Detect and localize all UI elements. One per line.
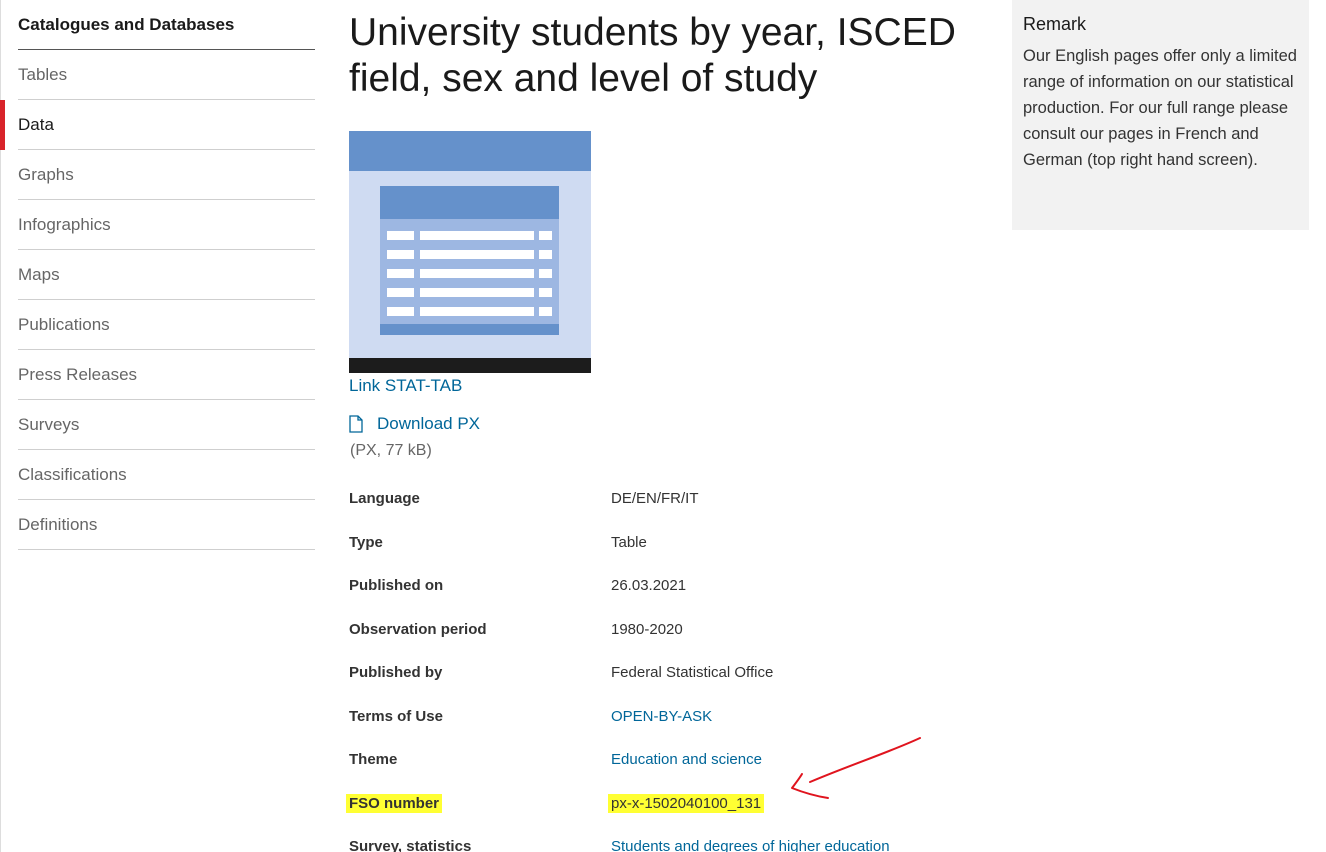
active-item-marker	[0, 100, 5, 150]
download-px-link[interactable]: Download PX	[349, 414, 480, 434]
sidebar-item-label: Data	[18, 114, 54, 134]
thumbnail-row-cell	[387, 231, 414, 240]
sidebar-item-press-releases[interactable]: Press Releases	[18, 350, 315, 400]
thumbnail-row-cell	[387, 307, 414, 316]
thumbnail-table-head	[380, 186, 559, 219]
thumbnail-row-cell	[420, 250, 534, 259]
sidebar-item-publications[interactable]: Publications	[18, 300, 315, 350]
details-row-observation-period: Observation period 1980-2020	[349, 608, 969, 652]
thumbnail-row-cell	[387, 250, 414, 259]
page: Catalogues and Databases Tables Data Gra…	[0, 0, 1326, 852]
sidebar-item-label: Infographics	[18, 214, 111, 234]
sidebar-item-label: Surveys	[18, 414, 80, 434]
details-row-language: Language DE/EN/FR/IT	[349, 477, 969, 521]
thumbnail-row-cell	[420, 307, 534, 316]
page-title: University students by year, ISCED field…	[349, 11, 956, 100]
details-label: Published on	[349, 577, 444, 595]
details-row-fso-number: FSO number px-x-1502040100_131	[346, 782, 969, 826]
thumbnail-footer-bar	[349, 358, 591, 373]
sidebar-item-label: Catalogues and Databases	[18, 14, 235, 34]
thumbnail-row-cell	[539, 307, 552, 316]
sidebar-item-label: Press Releases	[18, 364, 138, 384]
sidebar-item-infographics[interactable]: Infographics	[18, 200, 315, 250]
sidebar-item-graphs[interactable]: Graphs	[18, 150, 315, 200]
table-thumbnail-image[interactable]	[349, 131, 591, 373]
terms-of-use-link[interactable]: OPEN-BY-ASK	[611, 708, 712, 725]
thumbnail-row-cell	[387, 288, 414, 297]
sidebar-item-label: Classifications	[18, 464, 127, 484]
sidebar-item-data[interactable]: Data	[18, 100, 315, 150]
sidebar-item-maps[interactable]: Maps	[18, 250, 315, 300]
details-label: Theme	[349, 751, 398, 769]
details-value: Federal Statistical Office	[611, 664, 774, 682]
sidebar-item-label: Maps	[18, 264, 60, 284]
thumbnail-table-foot	[380, 324, 559, 335]
sidebar-item-tables[interactable]: Tables	[18, 50, 315, 100]
sidebar-item-label: Publications	[18, 314, 110, 334]
thumbnail-row-cell	[539, 288, 552, 297]
details-value: Table	[611, 533, 647, 551]
stattab-link[interactable]: Link STAT-TAB	[349, 376, 462, 396]
details-label: Language	[349, 490, 420, 508]
thumbnail-row-cell	[539, 250, 552, 259]
document-icon	[349, 415, 363, 433]
thumbnail-row-cell	[539, 231, 552, 240]
file-format-size: (PX, 77 kB)	[350, 442, 432, 459]
sidebar-item-surveys[interactable]: Surveys	[18, 400, 315, 450]
sidebar-item-label: Tables	[18, 64, 68, 84]
details-label: Type	[349, 533, 383, 551]
sidebar-item-classifications[interactable]: Classifications	[18, 450, 315, 500]
details-row-terms-of-use: Terms of Use OPEN-BY-ASK	[349, 695, 969, 739]
details-label: Observation period	[349, 620, 487, 638]
fso-number-label: FSO number	[346, 793, 443, 813]
sidebar-list: Catalogues and Databases Tables Data Gra…	[18, 0, 315, 550]
thumbnail-row-cell	[420, 288, 534, 297]
details-value: 26.03.2021	[611, 577, 687, 595]
details-row-survey-statistics: Survey, statistics Students and degrees …	[349, 825, 969, 852]
details-label: Published by	[349, 664, 443, 682]
thumbnail-table-graphic	[380, 186, 559, 335]
download-label: Download PX	[377, 414, 481, 433]
sidebar-item-label: Definitions	[18, 514, 98, 534]
thumbnail-row-cell	[387, 269, 414, 278]
remark-box: Remark Our English pages offer only a li…	[1012, 0, 1309, 230]
details-value: DE/EN/FR/IT	[611, 490, 699, 508]
thumbnail-header-bar	[349, 131, 591, 171]
details-value: 1980-2020	[611, 620, 683, 638]
sidebar-item-catalogues-and-databases[interactable]: Catalogues and Databases	[18, 0, 315, 50]
survey-statistics-link[interactable]: Students and degrees of higher education	[611, 838, 890, 852]
details-table: Language DE/EN/FR/IT Type Table Publishe…	[346, 477, 969, 852]
details-row-theme: Theme Education and science	[349, 738, 969, 782]
thumbnail-row-cell	[420, 269, 534, 278]
details-row-type: Type Table	[349, 521, 969, 565]
details-label: Terms of Use	[349, 707, 443, 725]
details-row-published-on: Published on 26.03.2021	[349, 564, 969, 608]
sidebar-item-label: Graphs	[18, 164, 74, 184]
remark-text: Our English pages offer only a limited r…	[1023, 47, 1297, 169]
details-label: Survey, statistics	[349, 838, 472, 852]
sidebar-item-definitions[interactable]: Definitions	[18, 500, 315, 550]
fso-number-value: px-x-1502040100_131	[608, 793, 765, 813]
theme-link[interactable]: Education and science	[611, 751, 762, 768]
details-row-published-by: Published by Federal Statistical Office	[349, 651, 969, 695]
sidebar-nav: Catalogues and Databases Tables Data Gra…	[0, 0, 316, 852]
thumbnail-row-cell	[420, 231, 534, 240]
remark-title: Remark	[1023, 14, 1087, 34]
thumbnail-row-cell	[539, 269, 552, 278]
